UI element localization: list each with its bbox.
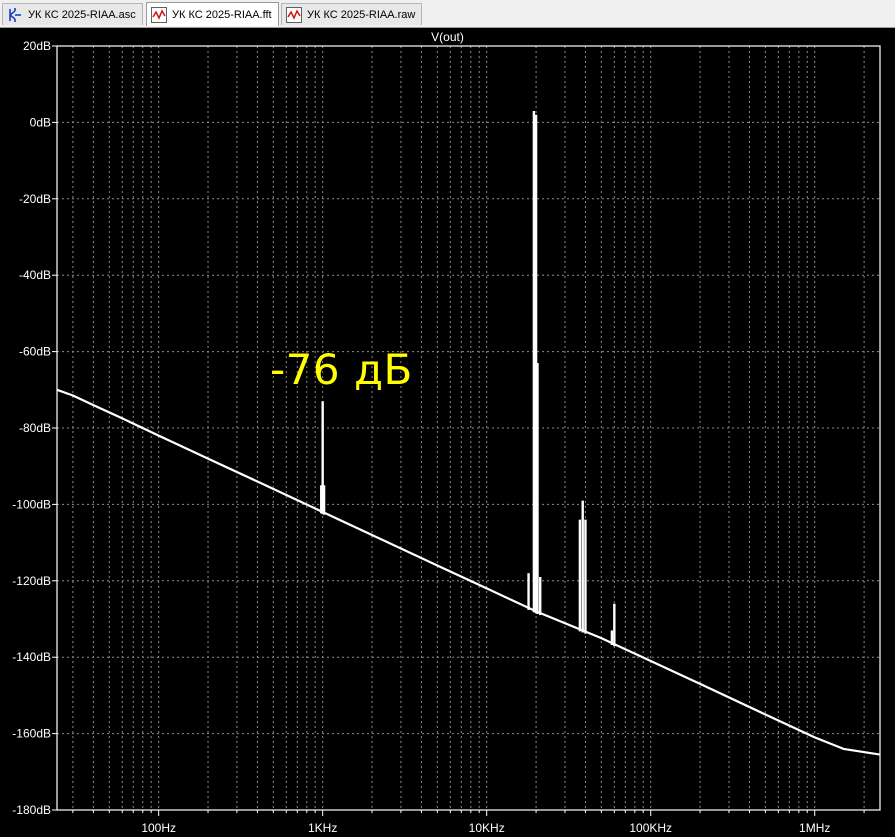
y-tick-label: -180dB — [12, 803, 51, 817]
y-tick-label: -20dB — [19, 192, 51, 206]
y-tick-label: -100dB — [12, 497, 51, 511]
y-tick-label: -40dB — [19, 268, 51, 282]
plot-grid — [57, 46, 880, 810]
fft-trace — [56, 110, 881, 756]
tab-raw-label: УК КС 2025-RIAA.raw — [307, 8, 416, 21]
noise-floor-line — [56, 388, 881, 756]
y-axis-ticks: 20dB 0dB -20dB -40dB -60dB -80dB -100dB -120dB -… — [12, 39, 57, 817]
tab-bar: УК КС 2025-RIAA.asc УК КС 2025-RIAA.fft … — [0, 0, 895, 28]
tab-asc-label: УК КС 2025-RIAA.asc — [28, 8, 136, 21]
y-tick-label: -160dB — [12, 727, 51, 741]
tab-fft[interactable]: УК КС 2025-RIAA.fft — [146, 2, 279, 26]
tab-asc[interactable]: УК КС 2025-RIAA.asc — [2, 3, 143, 25]
fft-plot[interactable]: 20dB 0dB -20dB -40dB -60dB -80dB -100dB -120dB -… — [0, 28, 895, 837]
tab-raw[interactable]: УК КС 2025-RIAA.raw — [281, 3, 423, 25]
annotation-text: -76 дБ — [270, 345, 413, 394]
tab-fft-label: УК КС 2025-RIAA.fft — [172, 8, 272, 21]
y-tick-label: -120dB — [12, 574, 51, 588]
y-tick-label: -140dB — [12, 650, 51, 664]
waveform-icon — [286, 6, 302, 23]
x-tick-label: 1MHz — [799, 821, 830, 835]
waveform-icon — [151, 6, 167, 23]
y-tick-label: 0dB — [30, 115, 51, 129]
y-tick-label: -60dB — [19, 345, 51, 359]
y-tick-label: -80dB — [19, 421, 51, 435]
x-axis-ticks: 100Hz 1KHz 10KHz 100KHz 1MHz — [72, 810, 865, 835]
x-tick-label: 10KHz — [469, 821, 505, 835]
x-tick-label: 100Hz — [141, 821, 176, 835]
y-tick-label: 20dB — [23, 39, 51, 53]
schematic-icon — [9, 7, 21, 22]
x-tick-label: 1KHz — [308, 821, 337, 835]
x-tick-label: 100KHz — [629, 821, 672, 835]
